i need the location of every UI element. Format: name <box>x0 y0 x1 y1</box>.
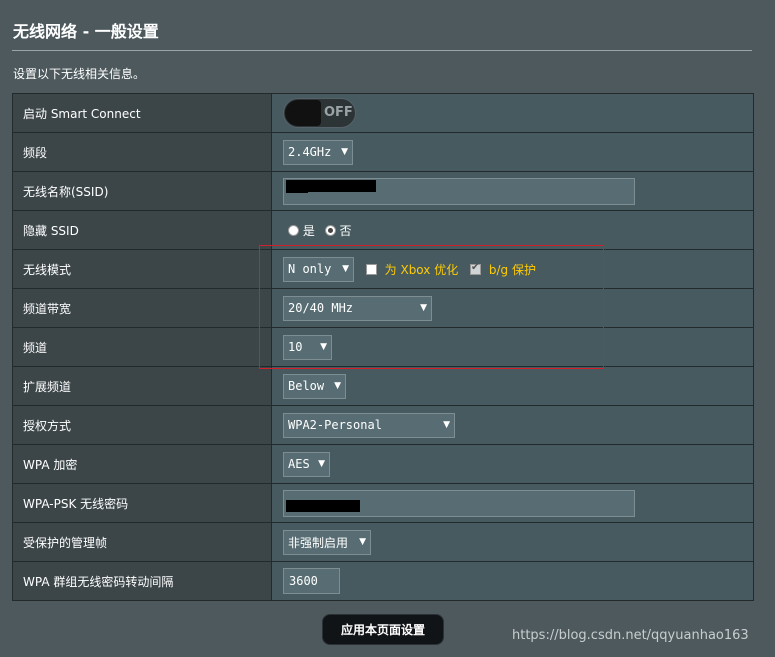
row-band: 频段 2.4GHz ▼ <box>12 132 754 172</box>
row-auth-method: 授权方式 WPA2-Personal ▼ <box>12 405 754 445</box>
row-hide-ssid: 隐藏 SSID 是 否 <box>12 210 754 250</box>
redacted-password-block <box>286 499 360 512</box>
wireless-mode-label: 无线模式 <box>12 249 272 289</box>
row-wpa-encryption: WPA 加密 AES ▼ <box>12 444 754 484</box>
extension-channel-value: Below <box>288 379 325 393</box>
page-title: 无线网络 - 一般设置 <box>13 22 159 41</box>
chevron-down-icon: ▼ <box>334 381 341 391</box>
hide-ssid-no-label: 否 <box>339 223 352 238</box>
chevron-down-icon: ▼ <box>341 147 348 157</box>
wpa-psk-label: WPA-PSK 无线密码 <box>12 483 272 523</box>
chevron-down-icon: ▼ <box>443 420 450 430</box>
apply-settings-button[interactable]: 应用本页面设置 <box>322 614 444 645</box>
group-key-interval-input[interactable]: 3600 <box>283 568 340 594</box>
wpa-encryption-label: WPA 加密 <box>12 444 272 484</box>
page-description: 设置以下无线相关信息。 <box>13 67 146 81</box>
pmf-value: 非强制启用 <box>288 535 349 550</box>
smart-connect-label: 启动 Smart Connect <box>12 93 272 133</box>
band-select-value: 2.4GHz <box>288 145 332 159</box>
band-select[interactable]: 2.4GHz ▼ <box>283 139 353 165</box>
toggle-state-text: OFF <box>324 105 353 120</box>
row-wpa-psk: WPA-PSK 无线密码 <box>12 483 754 523</box>
toggle-knob <box>285 100 321 126</box>
watermark: https://blog.csdn.net/qqyuanhao163 <box>512 628 749 643</box>
wireless-general-settings-page: 无线网络 - 一般设置 设置以下无线相关信息。 启动 Smart Connect… <box>0 0 775 657</box>
title-divider <box>12 50 752 51</box>
redacted-ssid-block <box>286 187 308 193</box>
auth-method-value: WPA2-Personal <box>288 418 382 432</box>
wpa-encryption-select[interactable]: AES ▼ <box>283 451 330 477</box>
channel-label: 频道 <box>12 327 272 367</box>
auth-method-label: 授权方式 <box>12 405 272 445</box>
row-extension-channel: 扩展频道 Below ▼ <box>12 366 754 406</box>
row-ssid: 无线名称(SSID) <box>12 171 754 211</box>
pmf-label: 受保护的管理帧 <box>12 522 272 562</box>
extension-channel-select[interactable]: Below ▼ <box>283 373 346 399</box>
auth-method-select[interactable]: WPA2-Personal ▼ <box>283 412 455 438</box>
hide-ssid-label: 隐藏 SSID <box>12 210 272 250</box>
chevron-down-icon: ▼ <box>359 537 366 547</box>
pmf-select[interactable]: 非强制启用 ▼ <box>283 529 371 555</box>
wpa-encryption-value: AES <box>288 457 310 471</box>
hide-ssid-yes-radio[interactable] <box>288 224 299 236</box>
wpa-psk-input[interactable] <box>283 489 635 517</box>
ssid-input[interactable] <box>283 177 635 205</box>
smart-connect-toggle[interactable]: OFF <box>283 98 356 128</box>
group-key-interval-label: WPA 群组无线密码转动间隔 <box>12 561 272 601</box>
ssid-label: 无线名称(SSID) <box>12 171 272 211</box>
hide-ssid-yes-label: 是 <box>302 223 315 238</box>
extension-channel-label: 扩展频道 <box>12 366 272 406</box>
row-pmf: 受保护的管理帧 非强制启用 ▼ <box>12 522 754 562</box>
channel-bandwidth-label: 频道带宽 <box>12 288 272 328</box>
row-smart-connect: 启动 Smart Connect OFF <box>12 93 754 133</box>
band-label: 频段 <box>12 132 272 172</box>
chevron-down-icon: ▼ <box>318 459 325 469</box>
row-group-key-interval: WPA 群组无线密码转动间隔 3600 <box>12 561 754 601</box>
hide-ssid-no-radio[interactable] <box>324 224 336 236</box>
annotation-highlight-box <box>259 245 604 369</box>
